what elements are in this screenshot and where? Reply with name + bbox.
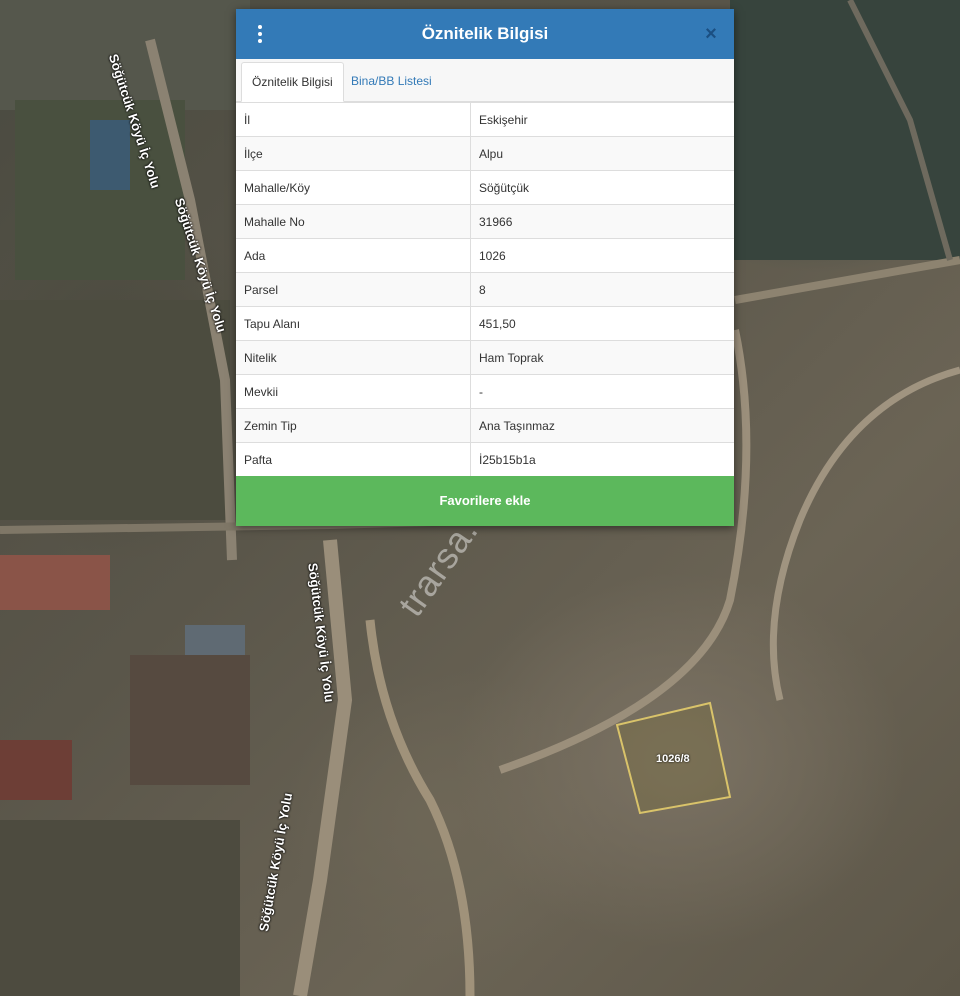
attr-key: Zemin Tip [236, 408, 471, 443]
attr-value: - [470, 374, 734, 409]
attr-value: Ham Toprak [470, 340, 734, 375]
tab-attributes[interactable]: Öznitelik Bilgisi [241, 62, 344, 102]
map-field [130, 655, 250, 785]
table-row: Mahalle/Köy Söğütçük [236, 170, 734, 205]
table-row: Pafta İ25b15b1a [236, 442, 734, 476]
attr-value: 451,50 [470, 306, 734, 341]
attr-key: Mahalle/Köy [236, 170, 471, 205]
dialog-title: Öznitelik Bilgisi [421, 24, 549, 43]
parcel-label: 1026/8 [656, 753, 690, 765]
attr-key: İl [236, 102, 471, 137]
map-field [730, 0, 960, 260]
attr-value: Söğütçük [470, 170, 734, 205]
map-field [0, 300, 230, 520]
table-row: Tapu Alanı 451,50 [236, 306, 734, 341]
table-row: Nitelik Ham Toprak [236, 340, 734, 375]
table-row: Zemin Tip Ana Taşınmaz [236, 408, 734, 443]
attr-value: 1026 [470, 238, 734, 273]
attr-key: Nitelik [236, 340, 471, 375]
add-favorite-button[interactable]: Favorilere ekle [236, 476, 734, 526]
close-icon[interactable]: × [700, 21, 722, 47]
map-pool [90, 120, 130, 190]
attribute-dialog: Öznitelik Bilgisi × Öznitelik Bilgisi Bi… [236, 9, 734, 526]
map-field [0, 820, 240, 996]
attr-value: Eskişehir [470, 102, 734, 137]
map-track [734, 256, 960, 304]
table-row: Mevkii - [236, 374, 734, 409]
map-track [365, 619, 475, 996]
table-row: İl Eskişehir [236, 102, 734, 137]
attr-key: Parsel [236, 272, 471, 307]
map-roof [185, 625, 245, 655]
attr-value: İ25b15b1a [470, 442, 734, 476]
map-roof [0, 740, 72, 800]
attr-key: Tapu Alanı [236, 306, 471, 341]
tab-building-list[interactable]: Bina/BB Listesi [341, 62, 442, 100]
table-row: Mahalle No 31966 [236, 204, 734, 239]
attr-key: Mahalle No [236, 204, 471, 239]
attr-key: İlçe [236, 136, 471, 171]
attr-value: 31966 [470, 204, 734, 239]
attr-key: Ada [236, 238, 471, 273]
attr-key: Pafta [236, 442, 471, 476]
attr-value: Alpu [470, 136, 734, 171]
tab-bar: Öznitelik Bilgisi Bina/BB Listesi [236, 59, 734, 102]
attr-value: Ana Taşınmaz [470, 408, 734, 443]
attr-key: Mevkii [236, 374, 471, 409]
map-roof [0, 555, 110, 610]
attr-value: 8 [470, 272, 734, 307]
dialog-header: Öznitelik Bilgisi × [236, 9, 734, 59]
attribute-table: İl Eskişehir İlçe Alpu Mahalle/Köy Söğütçük… [236, 102, 734, 476]
table-row: Ada 1026 [236, 238, 734, 273]
table-row: Parsel 8 [236, 272, 734, 307]
map-track [769, 366, 960, 701]
table-row: İlçe Alpu [236, 136, 734, 171]
